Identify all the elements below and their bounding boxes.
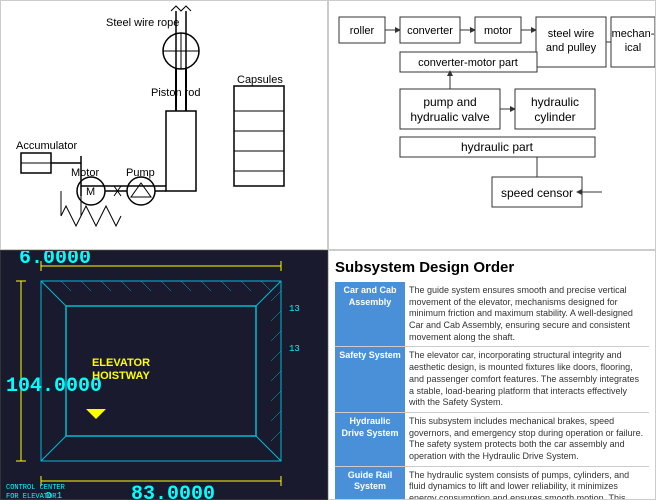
subsystem-desc-cell: The guide system ensures smooth and prec… bbox=[405, 282, 649, 347]
subsystem-row: Car and Cab AssemblyThe guide system ens… bbox=[335, 282, 649, 347]
subsystem-name-cell: Guide Rail System bbox=[335, 466, 405, 500]
cad-drawing-panel: 6.0000 104.0000 83.0000 ELEVATOR HOISTWA… bbox=[0, 250, 328, 500]
subsystem-name-cell: Car and Cab Assembly bbox=[335, 282, 405, 347]
svg-text:6.0000: 6.0000 bbox=[19, 251, 91, 270]
svg-text:83.0000: 83.0000 bbox=[131, 483, 215, 500]
svg-text:converter-motor part: converter-motor part bbox=[418, 57, 518, 69]
svg-text:motor: motor bbox=[484, 25, 512, 37]
svg-text:hydraulic: hydraulic bbox=[531, 95, 579, 109]
subsystem-name-cell: Hydraulic Drive System bbox=[335, 412, 405, 466]
svg-text:and pulley: and pulley bbox=[546, 42, 597, 54]
svg-text:hydraulic part: hydraulic part bbox=[461, 140, 534, 154]
svg-text:converter: converter bbox=[407, 25, 453, 37]
svg-text:104.0000: 104.0000 bbox=[6, 375, 102, 398]
svg-text:13: 13 bbox=[289, 344, 300, 354]
main-grid: Steel wire rope Capsules Piston rod bbox=[0, 0, 656, 500]
svg-text:speed censor: speed censor bbox=[501, 186, 573, 200]
cad-svg: 6.0000 104.0000 83.0000 ELEVATOR HOISTWA… bbox=[1, 251, 328, 500]
svg-text:13: 13 bbox=[289, 304, 300, 314]
svg-text:steel wire: steel wire bbox=[548, 28, 594, 40]
subsystem-row: Guide Rail SystemThe hydraulic system co… bbox=[335, 466, 649, 500]
svg-text:hydrualic valve: hydrualic valve bbox=[410, 110, 490, 124]
subsystem-title: Subsystem Design Order bbox=[335, 259, 649, 276]
subsystem-row: Hydraulic Drive SystemThis subsystem inc… bbox=[335, 412, 649, 466]
subsystem-table: Car and Cab AssemblyThe guide system ens… bbox=[335, 282, 649, 500]
subsystem-row: Safety SystemThe elevator car, incorpora… bbox=[335, 347, 649, 412]
block-diagram-svg: roller converter motor steel wire bbox=[337, 9, 656, 250]
subsystem-name-cell: Safety System bbox=[335, 347, 405, 412]
subsystem-desc-cell: The hydraulic system consists of pumps, … bbox=[405, 466, 649, 500]
block-diagram-panel: roller converter motor steel wire bbox=[328, 0, 656, 250]
hydraulic-diagram-panel: Steel wire rope Capsules Piston rod bbox=[0, 0, 328, 250]
subsystem-desc-cell: This subsystem includes mechanical brake… bbox=[405, 412, 649, 466]
svg-text:Accumulator: Accumulator bbox=[16, 140, 77, 152]
svg-text:M: M bbox=[86, 186, 95, 198]
svg-text:pump and: pump and bbox=[423, 95, 476, 109]
svg-text:Capsules: Capsules bbox=[237, 74, 283, 86]
hydraulic-svg: Steel wire rope Capsules Piston rod bbox=[1, 1, 328, 250]
svg-text:cylinder: cylinder bbox=[534, 110, 575, 124]
svg-text:mechan-: mechan- bbox=[612, 28, 655, 40]
subsystem-design-panel: Subsystem Design Order Car and Cab Assem… bbox=[328, 250, 656, 500]
svg-text:D 1: D 1 bbox=[46, 491, 62, 500]
svg-text:ical: ical bbox=[625, 42, 642, 54]
subsystem-desc-cell: The elevator car, incorporating structur… bbox=[405, 347, 649, 412]
svg-text:ELEVATOR: ELEVATOR bbox=[92, 357, 150, 369]
svg-text:HOISTWAY: HOISTWAY bbox=[92, 370, 150, 382]
steel-wire-label: Steel wire rope bbox=[106, 17, 179, 29]
svg-text:roller: roller bbox=[350, 25, 375, 37]
